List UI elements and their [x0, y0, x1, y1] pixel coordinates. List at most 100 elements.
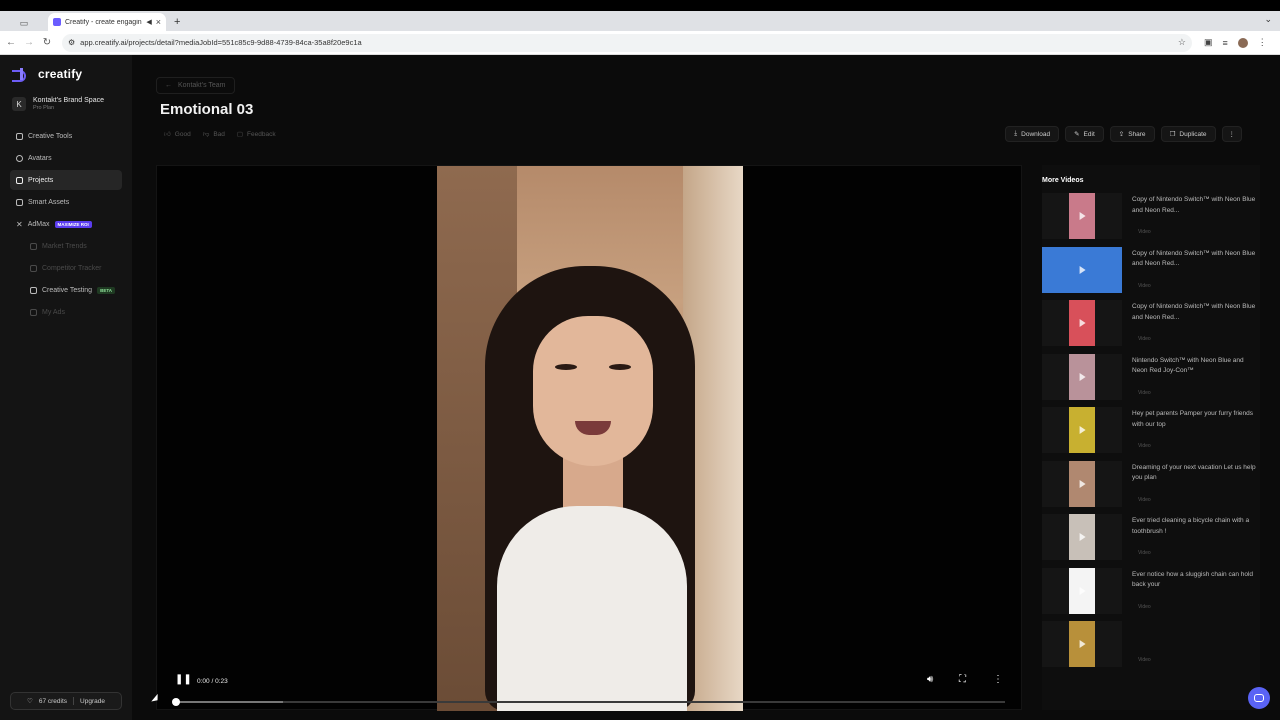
tab-group-icon[interactable]: ▭ [6, 15, 42, 31]
more-video-item[interactable]: Copy of Nintendo Switch™ with Neon Blue … [1042, 300, 1260, 350]
video-type-tag: Video [1138, 443, 1151, 449]
new-tab-button[interactable]: + [174, 13, 180, 31]
edit-icon: ✎ [1074, 131, 1080, 138]
sidebar: creatify K Kontakt's Brand Space Pro Pla… [0, 55, 132, 720]
bad-label: Bad [213, 130, 225, 138]
video-thumbnail[interactable] [1042, 407, 1122, 453]
sidebar-item-admax[interactable]: ✕ AdMax MAXIMIZE ROI [10, 214, 122, 234]
audio-icon[interactable]: ◀︎ [146, 18, 151, 26]
sidebar-item-smart-assets[interactable]: Smart Assets [10, 192, 122, 212]
pause-icon[interactable]: ❚❚ [175, 674, 192, 685]
good-button[interactable]: 👍︎ Good [164, 130, 191, 139]
more-video-item[interactable]: Nintendo Switch™ with Neon Blue and Neon… [1042, 353, 1260, 404]
video-thumbnail[interactable] [1042, 193, 1122, 239]
video-subject-eye [555, 364, 577, 370]
play-icon [1079, 372, 1086, 381]
video-title: Copy of Nintendo Switch™ with Neon Blue … [1132, 196, 1256, 214]
more-options-button[interactable]: ⋮ [1221, 126, 1242, 142]
video-title: Copy of Nintendo Switch™ with Neon Blue … [1132, 249, 1256, 268]
close-tab-icon[interactable]: × [156, 17, 161, 27]
video-thumbnail[interactable] [1042, 300, 1122, 346]
sidebar-item-creative-testing[interactable]: Creative Testing BETA [10, 280, 122, 300]
sidebar-item-label: AdMax [27, 220, 50, 228]
upgrade-button[interactable]: Upgrade [80, 698, 105, 705]
sidebar-item-avatars[interactable]: Avatars [10, 148, 122, 168]
browser-tab-strip: ▭ Creatify - create engagin ◀︎ × + ⌄ [0, 11, 1280, 31]
address-bar[interactable]: ⚙ app.creatify.ai/projects/detail?mediaJ… [62, 33, 1192, 52]
back-arrow-icon[interactable]: ← [2, 37, 20, 48]
thumbnail-image [1069, 353, 1095, 400]
sidebar-item-market-trends[interactable]: Market Trends [10, 236, 122, 256]
ads-icon [30, 308, 37, 316]
play-icon [1079, 640, 1086, 648]
profile-avatar[interactable] [1237, 37, 1248, 48]
download-button[interactable]: ⤓ Download [1005, 126, 1060, 142]
video-title: Dreaming of your next vacation Let us he… [1132, 463, 1256, 482]
sidebar-item-my-ads[interactable]: My Ads [10, 302, 122, 322]
extensions-icon[interactable]: ▣ [1204, 37, 1213, 48]
play-icon [1079, 265, 1086, 274]
tracker-icon [30, 264, 37, 272]
seek-handle[interactable] [172, 698, 180, 706]
video-thumbnail[interactable] [1042, 621, 1122, 667]
player-controls: ❚❚ 0:00 / 0:23 🔊︎ ⛶ ⋮ [157, 669, 1023, 709]
sidebar-item-creative-tools[interactable]: Creative Tools [10, 126, 122, 146]
browser-tab[interactable]: Creatify - create engagin ◀︎ × [48, 13, 166, 31]
sidebar-item-projects[interactable]: Projects [10, 170, 122, 190]
player-more-icon[interactable]: ⋮ [993, 674, 1003, 685]
more-videos-panel: More Videos Copy of Nintendo Switch™ wit… [1042, 165, 1260, 710]
tab-search-chevron-icon[interactable]: ⌄ [1264, 14, 1272, 25]
logo[interactable]: creatify [12, 67, 83, 82]
back-to-team-button[interactable]: ← Kontakt's Team [156, 77, 235, 94]
forward-arrow-icon[interactable]: → [20, 37, 38, 48]
more-video-item[interactable]: Dreaming of your next vacation Let us he… [1042, 460, 1260, 511]
thumbnail-image [1069, 300, 1095, 346]
video-thumbnail[interactable] [1042, 514, 1122, 560]
feedback-button[interactable]: ▢ Feedback [237, 130, 276, 139]
bad-button[interactable]: 👎︎ Bad [203, 130, 225, 139]
more-video-item[interactable]: Hey pet parents Pamper your furry friend… [1042, 407, 1260, 457]
play-icon [1079, 533, 1086, 541]
menu-kebab-icon[interactable]: ⋮ [1258, 37, 1267, 48]
duplicate-button[interactable]: ❐ Duplicate [1160, 126, 1216, 142]
bookmark-star-icon[interactable]: ☆ [1178, 37, 1186, 48]
trends-icon [30, 242, 37, 250]
volume-icon[interactable]: 🔊︎ [927, 674, 933, 685]
thumbnail-image [1069, 193, 1095, 239]
thumbnail-image [1069, 567, 1095, 614]
video-player[interactable]: ❚❚ 0:00 / 0:23 🔊︎ ⛶ ⋮ [156, 165, 1023, 711]
video-title: Ever notice how a sluggish chain can hol… [1132, 570, 1254, 589]
share-button[interactable]: ⇪ Share [1109, 126, 1155, 142]
fullscreen-icon[interactable]: ⛶ [959, 674, 966, 685]
more-video-item[interactable]: Copy of Nintendo Switch™ with Neon Blue … [1042, 246, 1260, 297]
folder-icon [16, 176, 23, 184]
brand-space-selector[interactable]: K Kontakt's Brand Space Pro Plan [12, 97, 104, 111]
video-frame[interactable] [437, 166, 743, 711]
sidebar-item-competitor-tracker[interactable]: Competitor Tracker [10, 258, 122, 278]
video-thumbnail[interactable] [1042, 246, 1122, 293]
duplicate-icon: ❐ [1169, 131, 1176, 138]
media-icon[interactable]: ≡ [1223, 38, 1228, 48]
share-label: Share [1128, 130, 1146, 138]
more-video-item[interactable]: Copy of Nintendo Switch™ with Neon Blue … [1042, 193, 1260, 243]
more-video-item[interactable]: Ever notice how a sluggish chain can hol… [1042, 567, 1260, 618]
site-info-icon[interactable]: ⚙ [68, 38, 75, 47]
video-type-tag: Video [1138, 657, 1151, 663]
video-title: Hey pet parents Pamper your furry friend… [1132, 410, 1254, 428]
video-thumbnail[interactable] [1042, 567, 1122, 614]
play-icon [1079, 212, 1086, 220]
edit-button[interactable]: ✎ Edit [1065, 126, 1104, 142]
video-thumbnail[interactable] [1042, 460, 1122, 507]
kebab-icon: ⋮ [1228, 131, 1236, 138]
feedback-row: 👍︎ Good 👎︎ Bad ▢ Feedback [164, 130, 276, 139]
plan-label: Pro Plan [33, 105, 55, 111]
video-type-tag: Video [1138, 336, 1151, 342]
logo-text: creatify [38, 67, 83, 81]
video-thumbnail[interactable] [1042, 353, 1122, 400]
more-video-item[interactable]: Ever tried cleaning a bicycle chain with… [1042, 514, 1260, 564]
more-video-item[interactable]: Video [1042, 621, 1260, 671]
chat-support-button[interactable] [1248, 687, 1270, 709]
browser-toolbar: ← → ↻ ⚙ app.creatify.ai/projects/detail?… [0, 31, 1280, 55]
reload-icon[interactable]: ↻ [38, 37, 56, 48]
seek-bar[interactable] [172, 698, 1005, 706]
